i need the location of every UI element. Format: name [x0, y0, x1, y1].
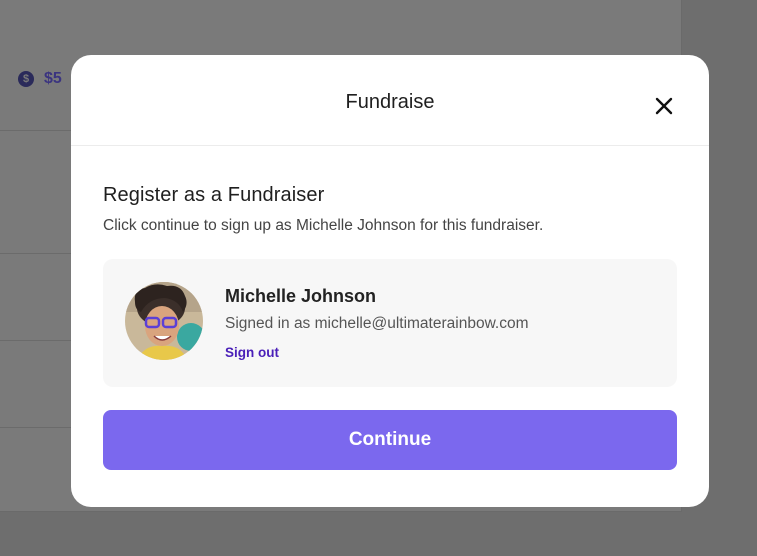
modal-header: Fundraise [71, 55, 709, 146]
close-button[interactable] [651, 93, 677, 119]
fundraise-modal: Fundraise Register as a Fundraiser Click… [71, 55, 709, 507]
background-amount-text: $5 [44, 70, 62, 87]
background-divider [0, 130, 72, 131]
close-icon [655, 97, 673, 115]
section-description: Click continue to sign up as Michelle Jo… [103, 217, 544, 234]
modal-body: Register as a Fundraiser Click continue … [71, 184, 709, 470]
avatar-image [125, 282, 203, 360]
user-card: Michelle Johnson Signed in as michelle@u… [103, 259, 677, 387]
user-name: Michelle Johnson [225, 286, 377, 306]
dollar-icon: $ [18, 71, 34, 87]
background-divider [0, 253, 72, 254]
background-divider [0, 427, 72, 428]
background-amount: $ $5 [18, 70, 62, 88]
signed-in-as-text: Signed in as michelle@ultimaterainbow.co… [225, 315, 529, 332]
background-text [70, 0, 570, 6]
section-heading: Register as a Fundraiser [103, 184, 325, 206]
background-bottom-area [0, 512, 682, 556]
avatar [125, 282, 203, 360]
modal-title: Fundraise [345, 91, 435, 113]
continue-button[interactable]: Continue [103, 410, 677, 470]
background-divider [0, 340, 72, 341]
sign-out-link[interactable]: Sign out [225, 345, 279, 360]
